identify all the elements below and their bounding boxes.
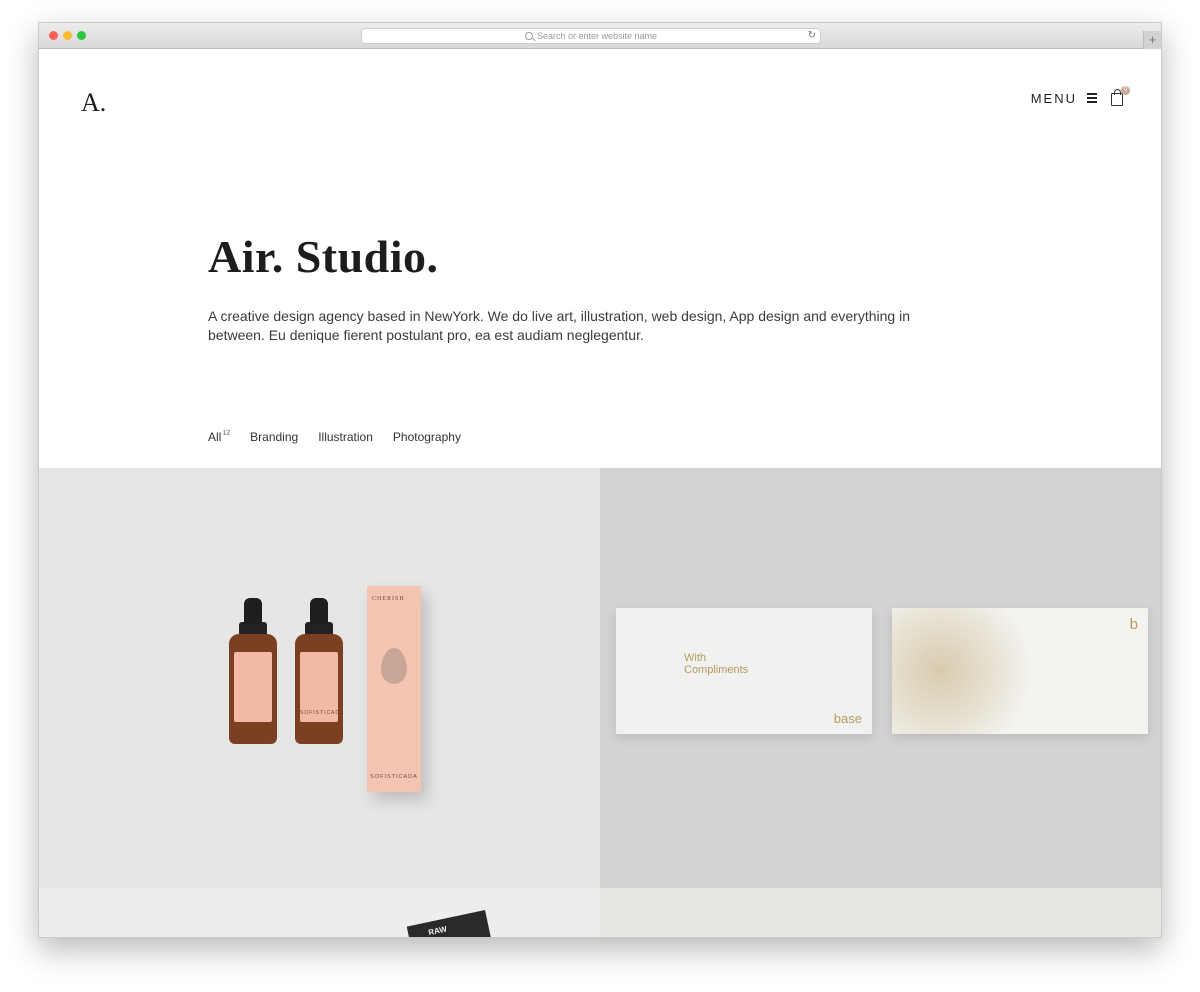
header-nav: MENU 0 [1031,86,1130,106]
bottle-label-text: SOFISTICADA [300,710,345,716]
print-artwork: RAW [406,910,492,938]
brand-mark-icon: b [1129,616,1138,633]
filter-all[interactable]: All12 [208,430,230,444]
new-tab-button[interactable]: + [1143,31,1161,49]
shopping-bag-icon[interactable]: 0 [1111,86,1130,106]
card-brand: base [833,711,862,726]
bottle-label [234,652,272,722]
dot-pattern [892,608,1052,734]
card-heading: With Compliments [684,652,749,676]
minimize-window-button[interactable] [63,31,72,40]
dropper-bulb [244,598,262,624]
site-logo[interactable]: A. [81,88,106,118]
card-small-text [626,616,627,621]
bottle-image [229,634,277,744]
reload-icon[interactable]: ↻ [808,30,816,41]
portfolio-filters: All12 Branding Illustration Photography [208,430,481,444]
artwork-text: RAW [427,924,448,938]
hero-description: A creative design agency based in NewYor… [208,308,910,343]
search-icon [524,32,533,40]
filter-branding[interactable]: Branding [250,430,298,444]
filter-all-count: 12 [222,430,231,437]
compliment-card: With Compliments base [616,608,872,734]
portfolio-tile-paper[interactable] [600,888,1161,937]
drop-icon [381,648,407,684]
hero-title: Air. Studio. [208,231,439,282]
address-bar[interactable]: Search or enter website name ↻ [361,28,821,44]
filter-illustration[interactable]: Illustration [318,430,373,444]
box-title: CHERISH [372,596,405,602]
browser-window: Search or enter website name ↻ + A. MENU… [38,22,1162,938]
hamburger-icon[interactable] [1087,93,1097,103]
filter-all-label: All [208,430,222,444]
product-box: CHERISH SOFISTICADA [367,586,421,792]
menu-button-label[interactable]: MENU [1031,91,1077,106]
portfolio-tile-cosmetics[interactable]: SOFISTICADA CHERISH SOFISTICADA [39,468,600,888]
bottle-image: SOFISTICADA [295,634,343,744]
bottle-label: SOFISTICADA [300,652,345,722]
portfolio-tile-print[interactable]: RAW [39,888,600,938]
filter-photography[interactable]: Photography [393,430,461,444]
cart-count-badge: 0 [1121,86,1130,95]
browser-toolbar: Search or enter website name ↻ + [39,23,1161,49]
maximize-window-button[interactable] [77,31,86,40]
box-brand: SOFISTICADA [370,774,418,780]
dropper-bulb [310,598,328,624]
page-content: A. MENU 0 Air. Studio. A creative design… [39,50,1161,938]
portfolio-tile-stationery[interactable]: With Compliments base b [600,468,1161,888]
address-placeholder: Search or enter website name [536,31,658,41]
card-back: b [892,608,1148,734]
close-window-button[interactable] [49,31,58,40]
